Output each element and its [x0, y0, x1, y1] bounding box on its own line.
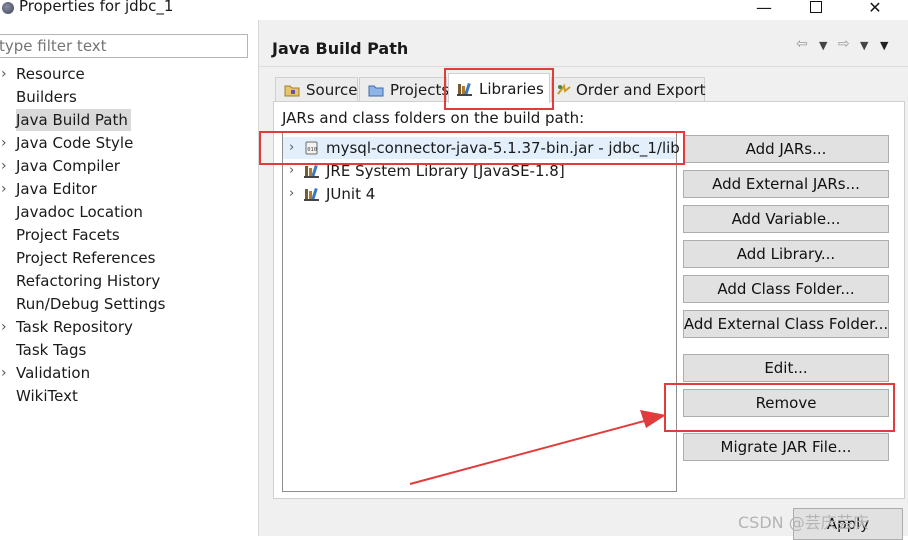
add-variable-button[interactable]: Add Variable...: [683, 205, 889, 233]
tree-row-label: mysql-connector-java-5.1.37-bin.jar - jd…: [326, 139, 680, 157]
minimize-button[interactable]: —: [741, 0, 787, 19]
expand-chevron-icon[interactable]: ›: [1, 178, 13, 200]
close-button[interactable]: ✕: [852, 0, 898, 19]
tree-row-label: JRE System Library [JavaSE-1.8]: [326, 162, 565, 180]
build-path-tree[interactable]: › 010 mysql-connector-java-5.1.37-bin.ja…: [282, 131, 680, 492]
add-class-folder-button[interactable]: Add Class Folder...: [683, 275, 889, 303]
nav-item-label: Java Editor: [16, 180, 97, 198]
window-title: Properties for jdbc_1: [19, 0, 174, 15]
nav-item-label: Resource: [16, 65, 85, 83]
nav-item-java-build-path[interactable]: Java Build Path: [0, 109, 250, 131]
tab-label: Projects: [390, 81, 450, 99]
nav-item-label: Builders: [16, 88, 77, 106]
tab-source[interactable]: Source: [275, 77, 358, 101]
nav-item-label: Run/Debug Settings: [16, 295, 166, 313]
eclipse-app-icon: [2, 2, 14, 14]
nav-item-builders[interactable]: Builders: [0, 86, 250, 108]
tab-order-and-export[interactable]: Order and Export: [551, 77, 706, 101]
nav-item-label: Task Repository: [16, 318, 133, 336]
tree-row-junit[interactable]: › JUnit 4: [283, 183, 676, 205]
tree-row-mysql-connector[interactable]: › 010 mysql-connector-java-5.1.37-bin.ja…: [283, 137, 680, 159]
maximize-icon: [810, 1, 822, 13]
forward-menu-chevron-icon[interactable]: ▼: [860, 39, 868, 52]
forward-arrow-icon[interactable]: ⇨: [838, 36, 850, 52]
back-menu-chevron-icon[interactable]: ▼: [819, 39, 827, 52]
filter-input[interactable]: [0, 34, 248, 58]
expand-chevron-icon[interactable]: ›: [289, 160, 294, 182]
order-export-icon: [557, 83, 571, 95]
nav-item-label: Validation: [16, 364, 91, 382]
library-icon: [304, 164, 319, 178]
view-menu-icon[interactable]: ▼: [880, 39, 888, 52]
libraries-icon: [457, 82, 472, 96]
title-bar: Properties for jdbc_1 — ✕: [0, 0, 908, 20]
expand-chevron-icon[interactable]: ›: [1, 63, 13, 85]
tab-label: Libraries: [479, 80, 544, 98]
expand-chevron-icon[interactable]: ›: [289, 183, 294, 205]
remove-button[interactable]: Remove: [683, 389, 889, 417]
nav-item-label: Refactoring History: [16, 272, 161, 290]
maximize-button[interactable]: [793, 0, 839, 19]
back-arrow-icon[interactable]: ⇦: [796, 36, 808, 52]
nav-item-java-code-style[interactable]: › Java Code Style: [0, 132, 250, 154]
add-external-class-folder-button[interactable]: Add External Class Folder...: [683, 310, 889, 338]
expand-chevron-icon[interactable]: ›: [1, 362, 13, 384]
nav-item-label: Project References: [16, 249, 156, 267]
nav-item-label: Project Facets: [16, 226, 120, 244]
nav-item-project-facets[interactable]: Project Facets: [0, 224, 250, 246]
add-library-button[interactable]: Add Library...: [683, 240, 889, 268]
nav-item-label: Task Tags: [16, 341, 87, 359]
nav-item-wikitext[interactable]: WikiText: [0, 385, 250, 407]
add-external-jars-button[interactable]: Add External JARs...: [683, 170, 889, 198]
nav-item-refactoring-history[interactable]: Refactoring History: [0, 270, 250, 292]
nav-item-label: Java Compiler: [16, 157, 120, 175]
nav-item-label: Javadoc Location: [16, 203, 143, 221]
tab-label: Order and Export: [576, 81, 706, 99]
nav-item-task-tags[interactable]: Task Tags: [0, 339, 250, 361]
library-icon: [304, 187, 319, 201]
nav-item-task-repository[interactable]: › Task Repository: [0, 316, 250, 338]
tree-row-jre-system-library[interactable]: › JRE System Library [JavaSE-1.8]: [283, 160, 676, 182]
page-title: Java Build Path: [272, 39, 409, 58]
tab-label: Source: [306, 81, 358, 99]
nav-item-java-compiler[interactable]: › Java Compiler: [0, 155, 250, 177]
expand-chevron-icon[interactable]: ›: [1, 155, 13, 177]
nav-item-validation[interactable]: › Validation: [0, 362, 250, 384]
add-jars-button[interactable]: Add JARs...: [683, 135, 889, 163]
nav-item-javadoc-location[interactable]: Javadoc Location: [0, 201, 250, 223]
nav-item-label: Java Build Path: [16, 109, 131, 131]
edit-button[interactable]: Edit...: [683, 354, 889, 382]
expand-chevron-icon[interactable]: ›: [1, 132, 13, 154]
migrate-jar-file-button[interactable]: Migrate JAR File...: [683, 433, 889, 461]
panel-label: JARs and class folders on the build path…: [282, 109, 585, 127]
source-folder-icon: [284, 85, 300, 97]
svg-text:010: 010: [307, 147, 317, 153]
nav-item-project-references[interactable]: Project References: [0, 247, 250, 269]
nav-item-label: WikiText: [16, 387, 78, 405]
tree-row-label: JUnit 4: [326, 185, 376, 203]
expand-chevron-icon[interactable]: ›: [1, 316, 13, 338]
tab-projects[interactable]: Projects: [359, 77, 450, 101]
jar-icon: 010: [305, 141, 318, 155]
title-separator: [259, 66, 908, 67]
nav-item-resource[interactable]: › Resource: [0, 63, 250, 85]
nav-item-label: Java Code Style: [16, 134, 134, 152]
projects-icon: [368, 85, 384, 97]
expand-chevron-icon[interactable]: ›: [289, 137, 294, 159]
nav-item-java-editor[interactable]: › Java Editor: [0, 178, 250, 200]
property-page-list: › Resource Builders Java Build Path › Java Co…: [0, 20, 258, 536]
tab-libraries[interactable]: Libraries: [448, 73, 550, 103]
csdn-watermark: CSDN @芸庆芸庆: [738, 513, 869, 532]
nav-item-run-debug-settings[interactable]: Run/Debug Settings: [0, 293, 250, 315]
